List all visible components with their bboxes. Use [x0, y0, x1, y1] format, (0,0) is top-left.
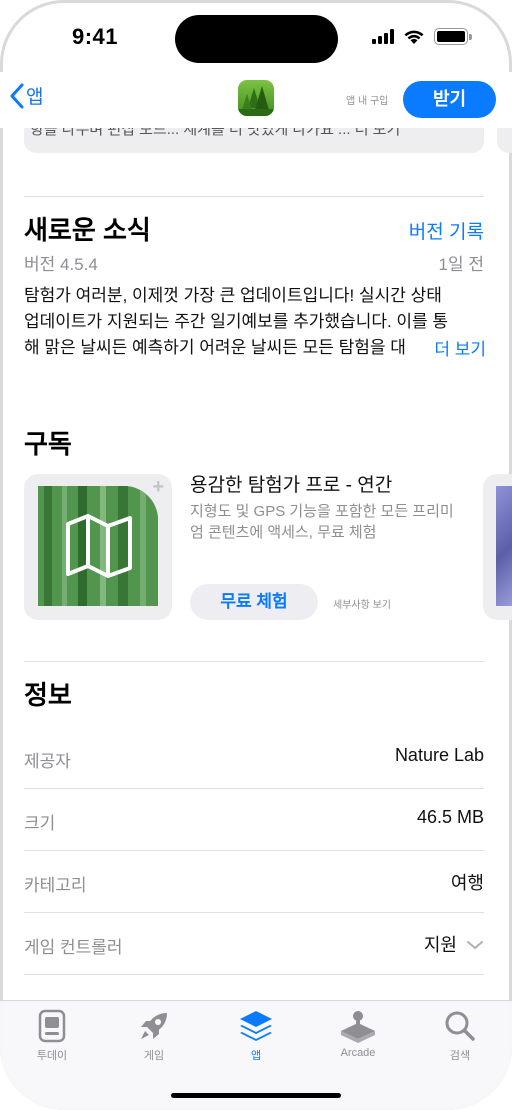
tab-games[interactable]: 게임 [114, 1009, 194, 1063]
info-key: 제공자 [24, 752, 71, 771]
tab-bar: 투데이 게임 앱 Arcade 검색 [0, 1000, 512, 1110]
divider [24, 974, 484, 975]
status-time: 9:41 [72, 24, 119, 49]
today-icon [38, 1009, 66, 1043]
version-label: 버전 4.5.4 [24, 255, 98, 274]
tab-apps[interactable]: 앱 [216, 1009, 296, 1063]
info-key: 크기 [24, 814, 56, 833]
free-trial-button[interactable]: 무료 체험 [190, 584, 318, 620]
info-row-provider: 제공자 Nature Lab [24, 727, 484, 789]
info-row-game-controller[interactable]: 게임 컨트롤러 지원 [24, 913, 484, 975]
info-key: 게임 컨트롤러 [24, 938, 123, 957]
chevron-left-icon [10, 83, 24, 108]
info-value: 지원 [423, 935, 457, 955]
tab-label: 게임 [143, 1050, 165, 1062]
subscription-card[interactable]: + [24, 474, 172, 620]
info-row-size: 크기 46.5 MB [24, 789, 484, 851]
search-icon [445, 1011, 475, 1041]
whats-new-title: 새로운 소식 [24, 215, 151, 245]
apps-stack-icon [240, 1011, 272, 1041]
subscription-description: 지형도 및 GPS 기능을 포함한 모든 프리미엄 콘텐츠에 액세스, 무료 체… [190, 503, 454, 541]
info-value: 여행 [450, 873, 484, 893]
in-app-purchase-note: 앱 내 구입 [346, 96, 389, 107]
rocket-icon [141, 1013, 167, 1039]
release-date: 1일 전 [438, 255, 484, 274]
info-value: Nature Lab [394, 745, 484, 765]
information-title: 정보 [24, 680, 72, 710]
get-button[interactable]: 받기 [403, 81, 496, 118]
tab-label: Arcade [340, 1047, 376, 1059]
tab-today[interactable]: 투데이 [12, 1009, 92, 1063]
subscription-image [38, 486, 158, 606]
chevron-down-icon [467, 941, 483, 950]
subscription-card-next[interactable] [483, 474, 512, 620]
tab-arcade[interactable]: Arcade [318, 1009, 398, 1059]
tab-label: 검색 [449, 1050, 471, 1062]
joystick-icon [341, 1011, 375, 1043]
cellular-signal-icon [372, 29, 394, 44]
nav-bar: 앱 앱 내 구입 받기 [0, 72, 512, 128]
status-bar: 9:41 [0, 0, 512, 72]
info-value: 46.5 MB [416, 807, 484, 827]
subscription-title: 구독 [24, 429, 72, 459]
wifi-icon [404, 30, 424, 44]
release-notes-line: 탐험가 여러분, 이제껏 가장 큰 업데이트입니다! 실시간 상태 [24, 286, 442, 305]
tab-label: 앱 [250, 1050, 262, 1062]
info-row-category: 카테고리 여행 [24, 851, 484, 913]
version-history-link[interactable]: 버전 기록 [409, 217, 484, 244]
info-key: 카테고리 [24, 876, 87, 895]
back-label: 앱 [26, 87, 44, 108]
release-notes-line: 업데이트가 지원되는 주간 일기예보를 추가했습니다. 이를 통 [24, 312, 449, 331]
phone-screen: 9:41 앱 앱 내 구입 받기 항을 나누며 편집 모드... 세계를 더 맛… [0, 0, 512, 1110]
tab-label: 투데이 [36, 1050, 68, 1062]
app-icon [238, 80, 274, 116]
status-icons [372, 28, 472, 45]
tab-search[interactable]: 검색 [420, 1009, 500, 1063]
battery-icon [434, 28, 472, 45]
divider [24, 661, 484, 662]
back-button[interactable]: 앱 [10, 82, 43, 109]
divider [24, 196, 484, 197]
terms-link[interactable]: 세부사항 보기 [333, 596, 391, 611]
plus-icon: + [152, 476, 164, 498]
more-link[interactable]: 더 보기 [410, 335, 486, 360]
subscription-name: 용감한 탐험가 프로 - 연간 [190, 475, 393, 496]
dynamic-island [175, 15, 338, 63]
home-indicator [171, 1093, 341, 1098]
